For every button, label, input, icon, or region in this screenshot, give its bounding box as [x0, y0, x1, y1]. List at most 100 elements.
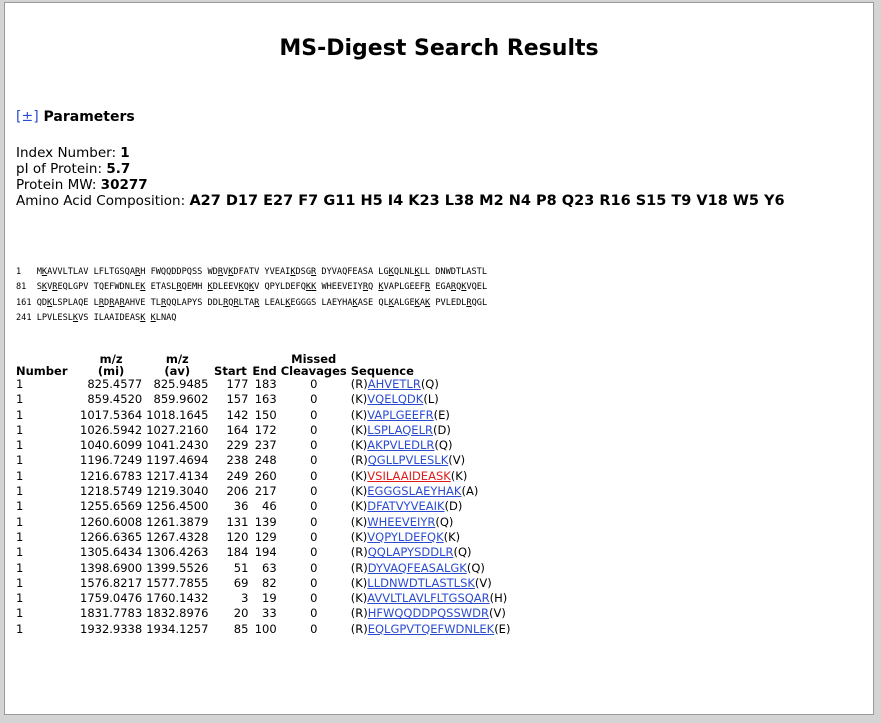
- table-row: 1 1932.9338 1934.1257 85 100 0 (R)EQLGPVTQEFWD…: [14, 622, 512, 637]
- cell-sequence: (R)HFWQQDDPQSSWDR(V): [349, 606, 513, 621]
- table-row: 1 1196.7249 1197.4694 238 248 0 (R)QGLLPVLESLK…: [14, 453, 512, 468]
- cell-end: 139: [254, 514, 277, 529]
- following-residue: (H): [489, 591, 508, 606]
- peptide-link[interactable]: QQLAPYSDDLR: [368, 545, 454, 559]
- cell-mz-av: 1027.2160: [146, 422, 209, 437]
- cell-start: 157: [226, 392, 249, 407]
- preceding-residue: (K): [350, 422, 368, 437]
- cell-mz-av: 1934.1257: [146, 621, 209, 636]
- peptide-link[interactable]: QGLLPVLESLK: [368, 453, 449, 467]
- cell-mz-mi: 1260.6008: [80, 514, 143, 529]
- cell-mz-av: 1256.4500: [146, 499, 209, 514]
- cell-mz-av: 1018.1645: [146, 407, 209, 422]
- cell-mz-av: 1760.1432: [146, 591, 209, 606]
- cell-sequence: (R)DYVAQFEASALGK(Q): [349, 561, 513, 576]
- peptide-link[interactable]: AVVLTLAVLFLTGSQAR: [367, 591, 489, 605]
- cell-start: 184: [226, 545, 249, 560]
- cell-number: 1: [16, 514, 24, 529]
- cell-number: 1: [16, 545, 24, 560]
- cell-start: 131: [226, 514, 249, 529]
- sequence-line: 1 MKAVVLTLAV LFLTGSQARH FWQQDDPQSS WDRVK…: [16, 267, 487, 277]
- sequence-line: 81 SKVREQLGPV TQEFWDNLEK ETASLRQEMH KDLE…: [16, 282, 488, 293]
- peptide-link[interactable]: VQELQDK: [367, 392, 423, 406]
- cell-number: 1: [16, 453, 24, 468]
- cell-start: 142: [226, 407, 249, 422]
- table-row: 1 1576.8217 1577.7855 69 82 0 (K)LLDNWDTLASTLS…: [14, 576, 512, 591]
- table-row: 1 825.4577 825.9485 177 183 0 (R)AHVETLR(Q): [14, 377, 512, 392]
- sequence-line: 161 QDKLSPLAQE LRDRARAHVE TLRQQLAPYS DDL…: [16, 297, 488, 308]
- cell-start: 249: [226, 468, 249, 483]
- peptide-link[interactable]: VSILAAIDEASK: [367, 469, 451, 483]
- parameters-toggle[interactable]: [±]: [16, 109, 39, 125]
- cell-start: 120: [226, 529, 249, 544]
- cell-missed-cleavages: 0: [310, 377, 318, 391]
- preceding-residue: (K): [350, 484, 368, 499]
- mw-label: Protein MW:: [16, 177, 101, 193]
- peptide-link[interactable]: VQPYLDEFQK: [367, 530, 443, 544]
- cell-end: 33: [262, 606, 277, 621]
- peptide-link[interactable]: DFATVYVEAIK: [367, 499, 444, 513]
- peptide-link[interactable]: WHEEVEIYR: [367, 515, 435, 529]
- preceding-residue: (R): [350, 545, 368, 560]
- col-sequence: Sequence: [350, 364, 414, 378]
- following-residue: (A): [461, 484, 479, 499]
- peptide-link[interactable]: AHVETLR: [368, 377, 421, 391]
- peptide-link[interactable]: HFWQQDDPQSSWDR: [368, 606, 489, 620]
- following-residue: (K): [443, 529, 461, 544]
- cell-mz-mi: 1196.7249: [80, 453, 143, 468]
- cell-start: 229: [226, 438, 249, 453]
- cell-end: 19: [262, 591, 277, 606]
- following-residue: (Q): [435, 514, 454, 529]
- cell-number: 1: [16, 560, 24, 575]
- cell-number: 1: [16, 606, 24, 621]
- peptide-link[interactable]: DYVAQFEASALGK: [368, 561, 467, 575]
- cell-sequence: (K)LLDNWDTLASTLSK(V): [349, 576, 513, 591]
- preceding-residue: (K): [350, 392, 368, 407]
- composition-value: A27 D17 E27 F7 G11 H5 I4 K23 L38 M2 N4 P…: [189, 193, 785, 209]
- parameters-header: [±] Parameters: [16, 109, 135, 125]
- preceding-residue: (K): [350, 529, 368, 544]
- cell-mz-av: 1577.7855: [146, 575, 209, 590]
- col-mz-av: m/z (av): [164, 352, 191, 378]
- cell-start: 238: [226, 453, 249, 468]
- cell-number: 1: [16, 377, 24, 391]
- cell-start: 51: [233, 560, 249, 575]
- cell-mz-mi: 1255.6569: [80, 499, 143, 514]
- cell-mz-av: 825.9485: [153, 377, 209, 391]
- peptide-link[interactable]: AKPVLEDLR: [367, 438, 434, 452]
- peptide-link[interactable]: EQLGPVTQEFWDNLEK: [368, 622, 494, 636]
- following-residue: (L): [423, 392, 439, 407]
- cell-mz-av: 1217.4134: [146, 468, 209, 483]
- table-row: 1 1040.6099 1041.2430 229 237 0 (K)AKPVLEDLR(Q…: [14, 438, 512, 453]
- cell-mz-mi: 1266.6365: [80, 529, 143, 544]
- cell-mz-mi: 1218.5749: [80, 484, 143, 499]
- cell-mz-mi: 859.4520: [87, 392, 143, 407]
- peptide-link[interactable]: VAPLGEEFR: [367, 408, 433, 422]
- cell-missed-cleavages: 0: [310, 484, 318, 499]
- pi-value: 5.7: [106, 161, 131, 177]
- table-header-row: Number m/z (mi) m/z (av) Start End Missed C…: [14, 353, 512, 377]
- table-row: 1 1218.5749 1219.3040 206 217 0 (K)EGGGSLAEYHA…: [14, 484, 512, 499]
- cell-missed-cleavages: 0: [310, 560, 318, 575]
- cell-end: 237: [254, 438, 277, 453]
- peptide-link[interactable]: LSPLAQELR: [367, 423, 433, 437]
- results-page: MS-Digest Search Results [±] Parameters …: [4, 2, 874, 715]
- table-row: 1 1017.5364 1018.1645 142 150 0 (K)VAPLGEEFR(E…: [14, 408, 512, 423]
- cell-missed-cleavages: 0: [310, 392, 318, 407]
- cell-start: 177: [226, 377, 249, 391]
- peptide-link[interactable]: EGGGSLAEYHAK: [367, 484, 461, 498]
- index-number-label: Index Number:: [16, 145, 121, 161]
- table-row: 1 1255.6569 1256.4500 36 46 0 (K)DFATVYVEAIK(D…: [14, 499, 512, 514]
- following-residue: (Q): [420, 377, 439, 391]
- composition-label: Amino Acid Composition:: [16, 193, 190, 209]
- pi-row: pI of Protein: 5.7: [16, 161, 866, 177]
- cell-mz-mi: 1026.5942: [80, 422, 143, 437]
- table-row: 1 1759.0476 1760.1432 3 19 0 (K)AVVLTLAVLFLTGS…: [14, 591, 512, 606]
- composition-row: Amino Acid Composition: A27 D17 E27 F7 G…: [16, 193, 866, 209]
- following-residue: (V): [474, 575, 492, 590]
- cell-mz-mi: 1576.8217: [80, 575, 143, 590]
- cell-number: 1: [16, 484, 24, 499]
- protein-sequence: 1 MKAVVLTLAV LFLTGSQARH FWQQDDPQSS WDRVK…: [16, 265, 487, 326]
- cell-missed-cleavages: 0: [310, 438, 318, 453]
- peptide-link[interactable]: LLDNWDTLASTLSK: [367, 576, 475, 590]
